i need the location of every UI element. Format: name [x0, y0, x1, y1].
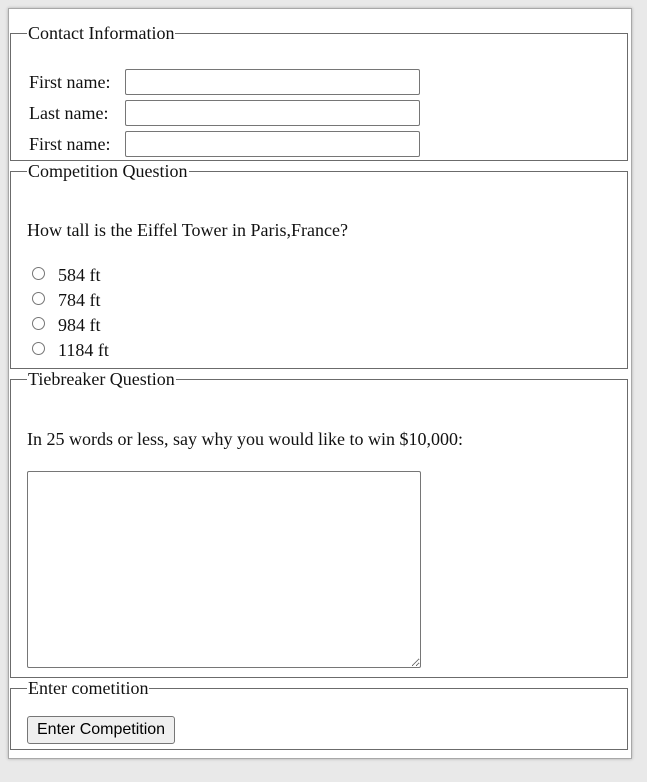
- last-name-input[interactable]: [125, 100, 420, 126]
- radio-button[interactable]: [32, 292, 45, 305]
- radio-button[interactable]: [32, 317, 45, 330]
- tiebreaker-answer-textarea[interactable]: [27, 471, 421, 668]
- option-label: 984 ft: [58, 315, 101, 335]
- option-label: 584 ft: [58, 265, 101, 285]
- first-name-label-2: First name:: [29, 134, 111, 154]
- form-page: Contact Information First name: Last nam…: [8, 8, 632, 759]
- tiebreaker-question-text: In 25 words or less, say why you would l…: [27, 429, 463, 449]
- competition-question-fieldset: Competition Question How tall is the Eif…: [10, 161, 628, 369]
- first-name-label: First name:: [29, 72, 111, 92]
- tiebreaker-question-fieldset: Tiebreaker Question In 25 words or less,…: [10, 369, 628, 678]
- first-name-input-2[interactable]: [125, 131, 420, 157]
- competition-question-legend: Competition Question: [28, 161, 188, 181]
- option-label: 784 ft: [58, 290, 101, 310]
- enter-competition-legend: Enter cometition: [28, 678, 149, 698]
- enter-competition-fieldset: Enter cometition Enter Competition: [10, 678, 628, 750]
- last-name-label: Last name:: [29, 103, 109, 123]
- tiebreaker-question-legend: Tiebreaker Question: [28, 369, 175, 389]
- question-text: How tall is the Eiffel Tower in Paris,Fr…: [27, 220, 348, 240]
- contact-information-legend: Contact Information: [28, 23, 175, 43]
- first-name-input[interactable]: [125, 69, 420, 95]
- radio-button[interactable]: [32, 342, 45, 355]
- contact-information-fieldset: Contact Information First name: Last nam…: [10, 23, 628, 161]
- option-label: 1184 ft: [58, 340, 109, 360]
- enter-competition-button[interactable]: Enter Competition: [27, 716, 176, 744]
- radio-button[interactable]: [32, 267, 45, 280]
